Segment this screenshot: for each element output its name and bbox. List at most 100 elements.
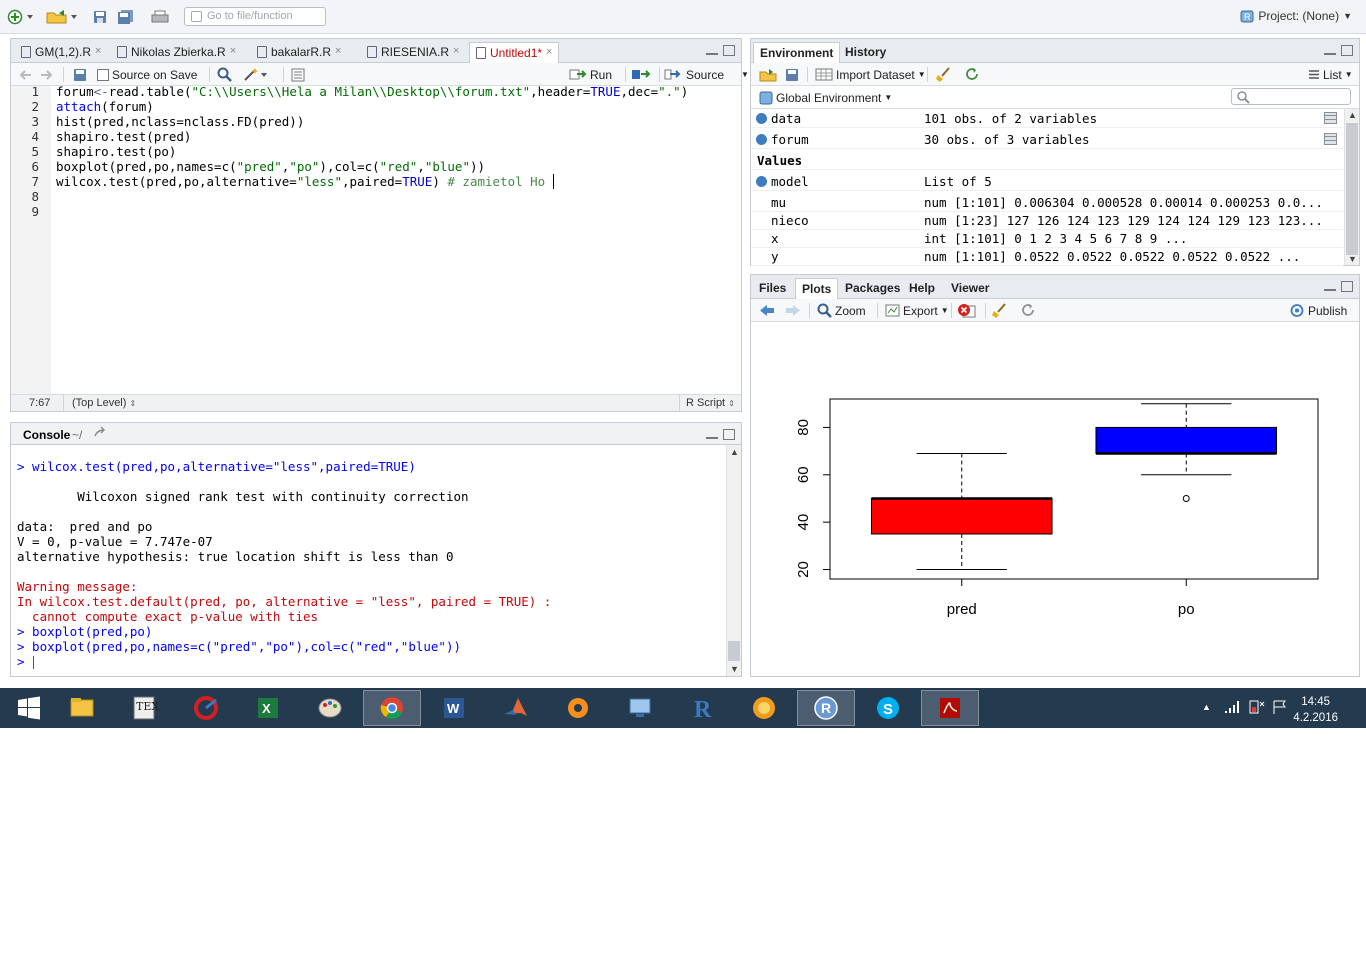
source-button[interactable]: Source ▼ [663, 66, 749, 83]
remove-plot-icon[interactable] [957, 302, 977, 319]
tab-help[interactable]: Help [903, 278, 941, 299]
zoom-button[interactable]: Zoom [817, 302, 866, 319]
save-workspace-icon[interactable] [785, 66, 799, 83]
taskbar-acrobat[interactable] [921, 690, 979, 726]
new-file-button[interactable] [6, 8, 36, 26]
project-menu[interactable]: R Project: (None) ▼ [1240, 9, 1352, 23]
taskbar-chrome[interactable] [363, 690, 421, 726]
env-row-mu[interactable]: mu num [1:101] 0.006304 0.000528 0.00014 … [751, 193, 1343, 212]
taskbar-ccleaner[interactable] [177, 690, 235, 726]
open-file-button[interactable] [44, 8, 80, 26]
save-icon[interactable] [92, 8, 108, 26]
maximize-icon[interactable] [1341, 45, 1353, 56]
tab-plots[interactable]: Plots [795, 278, 839, 299]
rerun-icon[interactable] [631, 66, 653, 83]
scroll-up-icon[interactable]: ▲ [730, 447, 739, 457]
search-icon[interactable] [217, 66, 232, 83]
start-button[interactable] [0, 690, 58, 726]
scroll-down-icon[interactable]: ▼ [730, 664, 739, 674]
flag-icon[interactable] [1272, 700, 1288, 717]
env-scrollbar[interactable]: ▲ ▼ [1344, 109, 1359, 265]
checkbox-icon[interactable] [97, 68, 109, 81]
minimize-icon[interactable] [1324, 45, 1336, 55]
magic-wand-icon[interactable] [243, 66, 269, 83]
taskbar-firefox[interactable] [735, 690, 793, 726]
maximize-icon[interactable] [723, 429, 735, 440]
save-all-icon[interactable] [116, 8, 136, 26]
minimize-icon[interactable] [706, 429, 718, 439]
save-editor-icon[interactable] [73, 66, 87, 83]
env-row-y[interactable]: y num [1:101] 0.0522 0.0522 0.0522 0.0522… [751, 247, 1343, 266]
import-dataset-button[interactable]: Import Dataset ▼ [815, 66, 926, 83]
taskbar-remote-desktop[interactable] [611, 690, 669, 726]
taskbar-texmaker[interactable]: TEX [115, 690, 173, 726]
tab-environment[interactable]: Environment [753, 42, 841, 63]
close-icon[interactable]: × [453, 45, 459, 57]
taskbar-rstudio[interactable]: R [797, 690, 855, 726]
editor-tab[interactable]: Untitled1* × [469, 42, 560, 63]
taskbar-excel[interactable]: X [239, 690, 297, 726]
scope-selector[interactable]: (Top Level) ⇕ [72, 397, 136, 409]
print-icon[interactable] [150, 8, 170, 26]
global-env-selector[interactable]: Global Environment ▼ [759, 89, 892, 106]
tab-viewer[interactable]: Viewer [945, 278, 995, 299]
expand-icon[interactable] [756, 113, 767, 124]
previous-plot-icon[interactable] [759, 302, 775, 319]
env-row-data[interactable]: data 101 obs. of 2 variables [751, 109, 1343, 128]
close-icon[interactable]: × [335, 45, 341, 57]
scroll-thumb[interactable] [1346, 123, 1358, 255]
env-row-nieco[interactable]: nieco num [1:23] 127 126 124 123 129 124 … [751, 211, 1343, 230]
clear-plots-icon[interactable] [991, 302, 1007, 319]
taskbar-word[interactable]: W [425, 690, 483, 726]
taskbar-r[interactable]: R [673, 690, 731, 726]
clock[interactable]: 14:45 4.2.2016 [1293, 694, 1338, 726]
env-row-forum[interactable]: forum 30 obs. of 3 variables [751, 130, 1343, 149]
minimize-icon[interactable] [1324, 281, 1336, 291]
close-icon[interactable]: × [546, 46, 552, 58]
editor-tab[interactable]: Nikolas Zbierka.R × [111, 42, 242, 63]
tab-history[interactable]: History [839, 42, 892, 63]
export-button[interactable]: Export ▼ [885, 302, 949, 319]
taskbar-matlab[interactable] [487, 690, 545, 726]
taskbar-avast[interactable] [549, 690, 607, 726]
list-view-toggle[interactable]: List ▼ [1308, 66, 1353, 83]
refresh-icon[interactable] [965, 66, 980, 83]
forward-arrow-icon[interactable] [39, 66, 53, 83]
goto-wd-icon[interactable] [93, 426, 107, 443]
battery-icon[interactable] [1248, 699, 1266, 718]
taskbar-skype[interactable]: S [859, 690, 917, 726]
maximize-icon[interactable] [1341, 281, 1353, 292]
minimize-icon[interactable] [706, 45, 718, 55]
compile-report-icon[interactable] [291, 66, 305, 83]
load-workspace-icon[interactable] [759, 66, 777, 83]
close-icon[interactable]: × [95, 45, 101, 57]
expand-icon[interactable] [756, 134, 767, 145]
scroll-up-icon[interactable]: ▲ [1348, 110, 1357, 120]
tab-files[interactable]: Files [753, 278, 792, 299]
publish-button[interactable]: Publish [1289, 302, 1347, 319]
source-on-save-checkbox[interactable]: Source on Save [97, 66, 197, 83]
editor-tab[interactable]: bakalarR.R × [251, 42, 347, 63]
view-data-icon[interactable] [1324, 133, 1337, 145]
goto-file-input[interactable]: Go to file/function [184, 7, 326, 26]
tray-chevron-icon[interactable]: ▲ [1202, 702, 1211, 712]
env-search-input[interactable] [1231, 88, 1351, 105]
scroll-thumb[interactable] [728, 641, 740, 661]
console-scrollbar[interactable]: ▲ ▼ [726, 445, 741, 676]
network-icon[interactable] [1224, 700, 1240, 717]
env-row-model[interactable]: model List of 5 [751, 172, 1343, 191]
back-arrow-icon[interactable] [19, 66, 33, 83]
run-button[interactable]: Run [569, 66, 612, 83]
filetype-selector[interactable]: R Script ⇕ [686, 397, 735, 409]
expand-icon[interactable] [756, 176, 767, 187]
refresh-icon[interactable] [1021, 302, 1036, 319]
close-icon[interactable]: × [230, 45, 236, 57]
taskbar-paint[interactable] [301, 690, 359, 726]
view-data-icon[interactable] [1324, 112, 1337, 124]
env-row-x[interactable]: x int [1:101] 0 1 2 3 4 5 6 7 8 9 ... [751, 229, 1343, 248]
tab-packages[interactable]: Packages [839, 278, 906, 299]
broom-icon[interactable] [935, 66, 951, 83]
taskbar-file-explorer[interactable] [53, 690, 111, 726]
editor-tab[interactable]: RIESENIA.R × [361, 42, 465, 63]
editor-tab[interactable]: GM(1,2).R × [15, 42, 107, 63]
